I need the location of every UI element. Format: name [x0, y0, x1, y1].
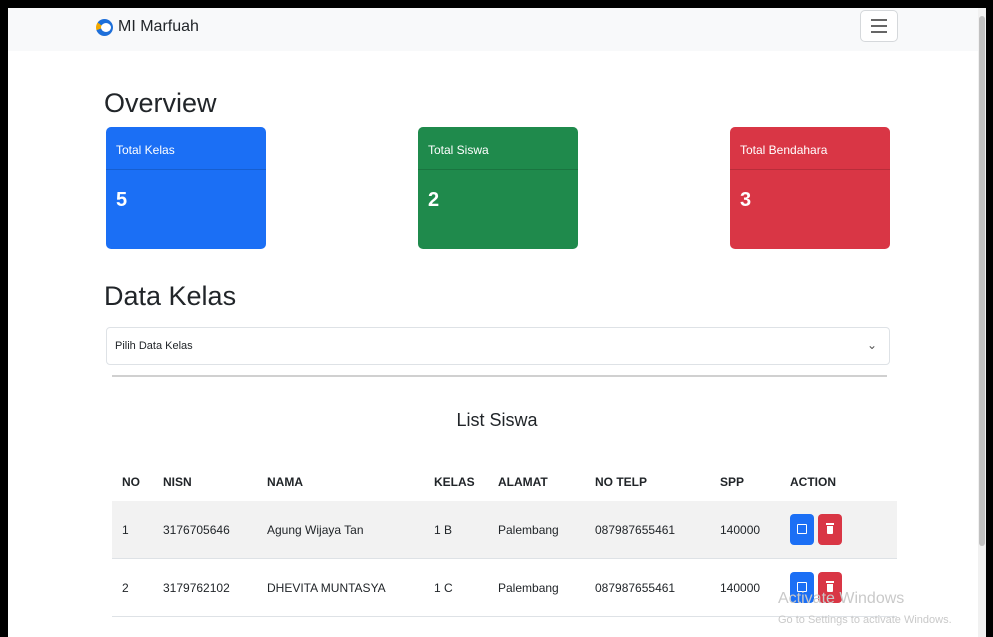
card-value: 5 [116, 189, 128, 211]
hamburger-menu-icon [871, 19, 887, 33]
cell-kelas: 1 C [434, 580, 453, 595]
card-total-kelas: Total Kelas 5 [106, 127, 266, 249]
navbar-toggler-button[interactable] [860, 10, 898, 42]
cell-no-telp: 087987655461 [595, 580, 676, 595]
watermark-subtitle: Go to Settings to activate Windows. [778, 614, 952, 626]
table-row: 1 3176705646 Agung Wijaya Tan 1 B Palemb… [112, 501, 897, 559]
navbar-brand[interactable]: MI Marfuah [96, 18, 199, 36]
table-header-row: NO NISN NAMA KELAS ALAMAT NO TELP SPP AC… [112, 463, 897, 501]
cell-nama: Agung Wijaya Tan [267, 501, 434, 559]
card-total-bendahara: Total Bendahara 3 [730, 127, 890, 249]
cell-alamat: Palembang [498, 501, 595, 559]
kelas-select-value: Pilih Data Kelas [115, 340, 193, 352]
card-value: 2 [428, 189, 440, 211]
kelas-select[interactable]: Pilih Data Kelas ⌄ [106, 327, 890, 365]
data-kelas-heading: Data Kelas [104, 281, 237, 311]
col-header-action: ACTION [790, 475, 836, 489]
brand-text: MI Marfuah [118, 18, 199, 35]
cell-nisn: 3179762102 [163, 580, 230, 595]
chevron-down-icon: ⌄ [866, 338, 877, 352]
col-header-spp: SPP [720, 475, 745, 489]
col-header-no: NO [122, 475, 140, 489]
cell-no-telp: 087987655461 [595, 501, 720, 559]
card-label: Total Siswa [418, 127, 578, 170]
delete-button[interactable] [818, 514, 842, 545]
col-header-nisn: NISN [163, 475, 192, 489]
cell-no: 2 [122, 580, 129, 595]
school-logo-icon [96, 18, 113, 36]
navbar: MI Marfuah [8, 8, 986, 51]
card-value: 3 [740, 189, 752, 211]
cell-no: 1 [112, 501, 163, 559]
cell-action [790, 501, 897, 559]
cell-kelas: 1 B [434, 501, 498, 559]
cell-nama: DHEVITA MUNTASYA [267, 580, 386, 595]
card-label: Total Bendahara [730, 127, 890, 170]
watermark-title: Activate Windows [778, 590, 905, 607]
app-window: MI Marfuah Overview Total Kelas 5 Total … [8, 8, 986, 637]
card-total-siswa: Total Siswa 2 [418, 127, 578, 249]
col-header-alamat: ALAMAT [498, 475, 548, 489]
cell-alamat: Palembang [498, 580, 559, 595]
col-header-kelas: KELAS [434, 475, 475, 489]
overview-heading: Overview [104, 88, 217, 118]
divider [112, 375, 887, 377]
edit-button[interactable] [790, 514, 814, 545]
cell-spp: 140000 [720, 501, 790, 559]
cell-nisn: 3176705646 [163, 501, 267, 559]
card-label: Total Kelas [106, 127, 266, 170]
col-header-no-telp: NO TELP [595, 475, 648, 489]
scrollbar-thumb[interactable] [979, 16, 985, 546]
activate-windows-watermark: Activate Windows Go to Settings to activ… [778, 590, 952, 626]
col-header-nama: NAMA [267, 475, 303, 489]
list-siswa-title: List Siswa [456, 410, 538, 430]
